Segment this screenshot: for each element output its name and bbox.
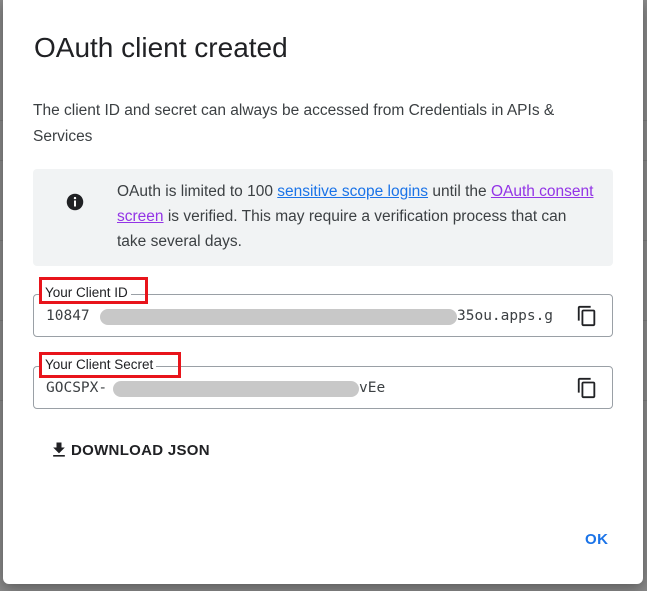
- notice-text-part: OAuth is limited to 100: [117, 183, 278, 200]
- notice-text-part: is verified. This may require a verifica…: [117, 208, 567, 250]
- notice-text: OAuth is limited to 100 sensitive scope …: [117, 179, 597, 254]
- copy-icon[interactable]: [576, 377, 598, 399]
- redacted-block: [113, 381, 359, 397]
- download-json-label: DOWNLOAD JSON: [71, 441, 210, 459]
- client-id-value-start: 10847: [46, 308, 90, 324]
- dialog-title: OAuth client created: [34, 32, 288, 63]
- download-icon: [53, 442, 65, 457]
- download-json-button[interactable]: DOWNLOAD JSON: [49, 438, 210, 462]
- annotation-highlight-box: [39, 352, 181, 378]
- redacted-block: [100, 309, 457, 325]
- notice-text-part: until the: [428, 183, 491, 200]
- info-icon: [66, 193, 84, 211]
- annotation-highlight-box: [39, 277, 148, 304]
- client-secret-value-start: GOCSPX-: [46, 380, 108, 396]
- client-secret-value-end: vEe: [359, 380, 386, 396]
- copy-icon[interactable]: [576, 305, 598, 327]
- oauth-client-created-dialog: OAuth client created The client ID and s…: [3, 0, 643, 584]
- sensitive-scope-logins-link[interactable]: sensitive scope logins: [277, 183, 428, 200]
- ok-button[interactable]: OK: [585, 531, 609, 548]
- verification-notice: OAuth is limited to 100 sensitive scope …: [33, 169, 613, 266]
- client-id-value-end: 35ou.apps.g: [457, 308, 554, 324]
- dialog-intro-text: The client ID and secret can always be a…: [33, 102, 555, 145]
